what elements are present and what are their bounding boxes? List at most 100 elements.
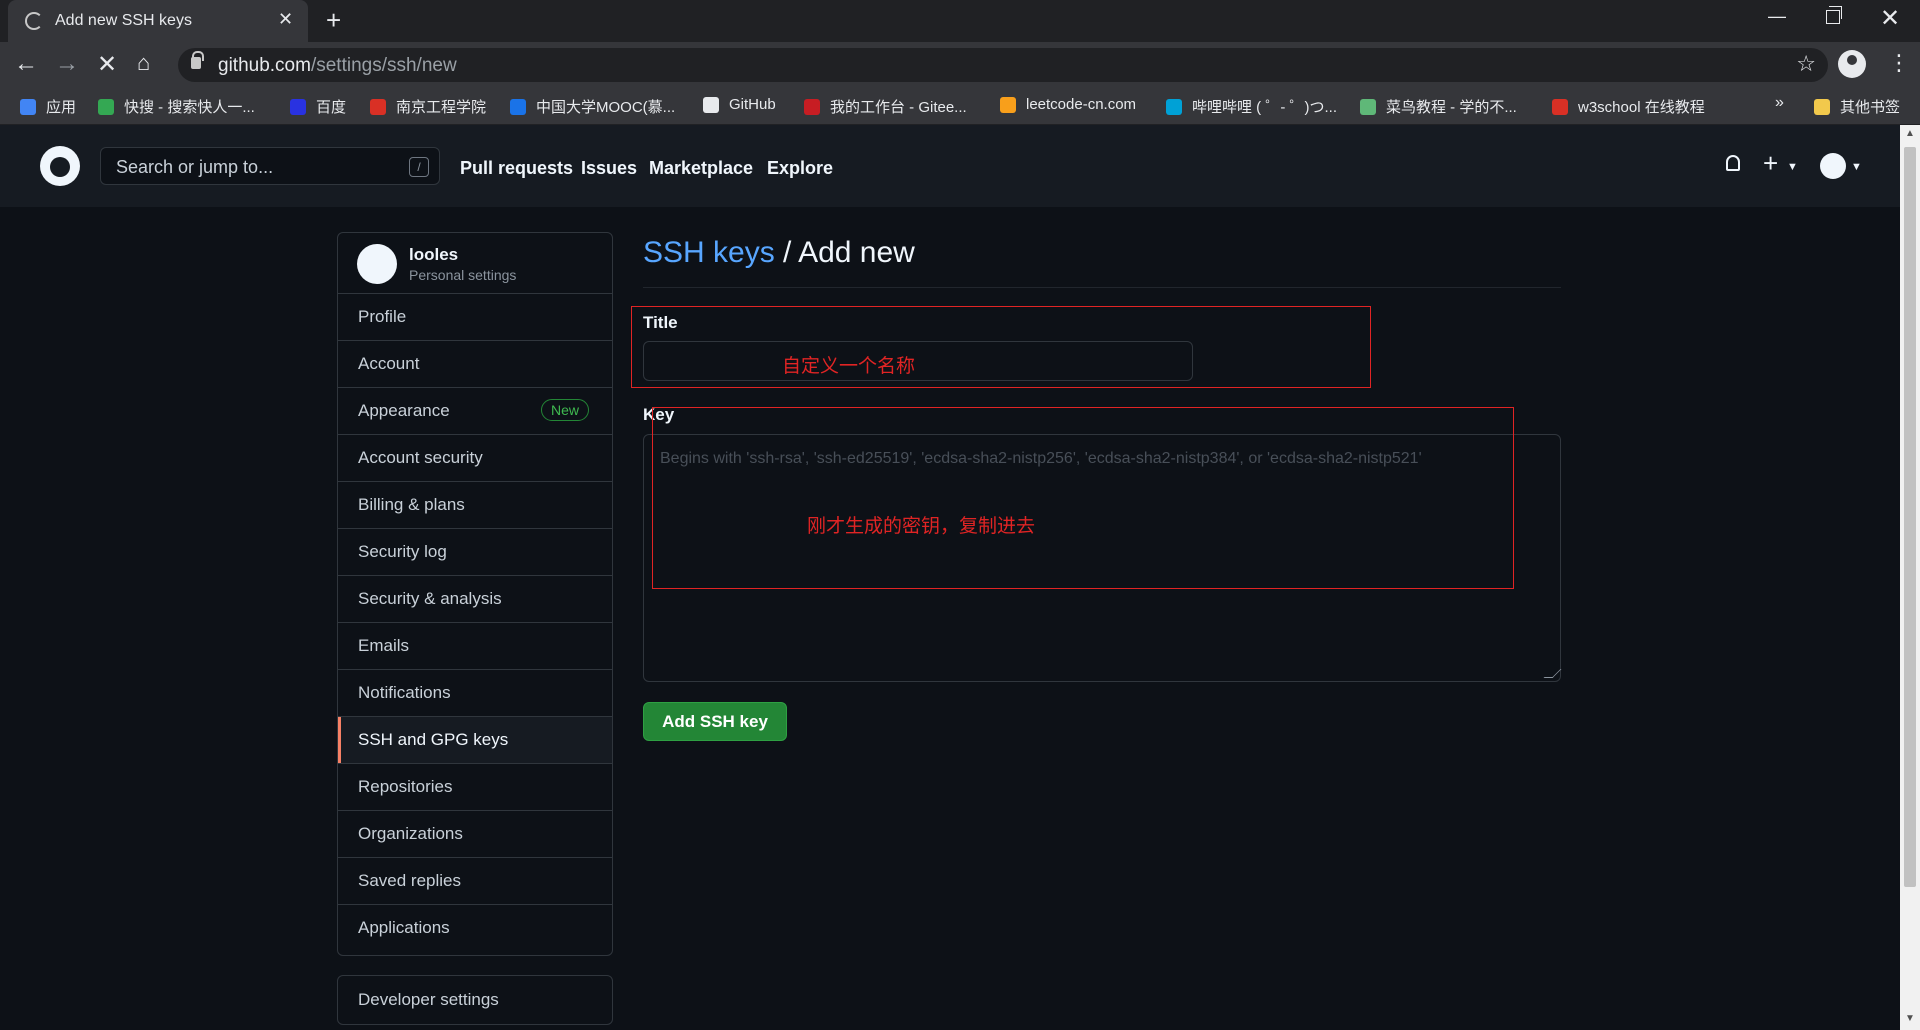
stop-loading-icon[interactable]: ✕ <box>97 50 117 79</box>
sidebar-user-header: looles Personal settings <box>338 233 612 294</box>
avatar[interactable] <box>357 244 397 284</box>
resize-handle-icon[interactable] <box>1543 669 1562 678</box>
search-input[interactable]: Search or jump to... / <box>100 147 440 185</box>
sidebar-username[interactable]: looles <box>409 245 458 265</box>
chevron-down-icon[interactable]: ▼ <box>1851 161 1862 173</box>
sidebar-item-billing[interactable]: Billing & plans <box>338 482 612 529</box>
sidebar-item-ssh-gpg-keys[interactable]: SSH and GPG keys <box>338 717 612 764</box>
annotation-box-title <box>631 306 1371 388</box>
bookmarks-more-icon[interactable]: » <box>1775 94 1784 112</box>
restore-icon[interactable] <box>1826 6 1842 24</box>
sidebar-item-label: Account <box>358 354 420 373</box>
sidebar-item-label: Security log <box>358 542 447 561</box>
sidebar-item-label: Applications <box>358 918 450 937</box>
minimize-icon[interactable]: — <box>1768 6 1786 27</box>
github-logo-icon[interactable] <box>40 146 80 186</box>
bookmark-favicon <box>804 98 820 115</box>
address-bar[interactable]: github.com/settings/ssh/new ☆ <box>178 48 1828 82</box>
sidebar-item-label: SSH and GPG keys <box>358 730 509 749</box>
scroll-down-icon[interactable]: ▼ <box>1905 1013 1915 1024</box>
create-new-icon[interactable]: + <box>1763 148 1778 179</box>
sidebar-item-applications[interactable]: Applications <box>338 905 612 952</box>
github-favicon <box>703 96 719 113</box>
bookmark-item[interactable]: 百度 <box>290 96 346 117</box>
apps-grid-icon <box>20 98 36 115</box>
bookmark-item[interactable]: 中国大学MOOC(慕... <box>510 96 675 117</box>
sidebar-item-label: Profile <box>358 307 407 326</box>
sidebar-item-label: Account security <box>358 448 483 467</box>
browser-profile-icon[interactable] <box>1838 50 1866 78</box>
page-scrollbar[interactable]: ▲ ▼ <box>1900 125 1920 1030</box>
bookmark-item[interactable]: leetcode-cn.com <box>1000 96 1136 113</box>
back-icon[interactable]: ← <box>14 50 38 78</box>
bookmark-item[interactable]: w3school 在线教程 <box>1552 96 1705 117</box>
page-title: SSH keys / Add new <box>643 236 915 270</box>
user-avatar[interactable] <box>1820 153 1846 179</box>
sidebar-item-notifications[interactable]: Notifications <box>338 670 612 717</box>
folder-icon <box>1814 98 1830 115</box>
nav-pull-requests[interactable]: Pull requests <box>460 158 573 179</box>
forward-icon[interactable]: → <box>55 50 79 78</box>
add-ssh-key-button[interactable]: Add SSH key <box>643 702 787 741</box>
url-text[interactable]: github.com/settings/ssh/new <box>218 55 457 77</box>
breadcrumb-separator: / <box>774 236 799 269</box>
sidebar-item-repositories[interactable]: Repositories <box>338 764 612 811</box>
lock-icon[interactable] <box>191 51 204 69</box>
browser-tab[interactable]: Add new SSH keys ✕ <box>8 0 308 42</box>
sidebar-item-security-analysis[interactable]: Security & analysis <box>338 576 612 623</box>
bookmark-item[interactable]: 快搜 - 搜索快人一... <box>98 96 255 117</box>
window-close-icon[interactable]: ✕ <box>1880 4 1900 33</box>
bookmark-item[interactable]: 南京工程学院 <box>370 96 486 117</box>
sidebar-item-account[interactable]: Account <box>338 341 612 388</box>
sidebar-item-label: Billing & plans <box>358 495 465 514</box>
sidebar-item-profile[interactable]: Profile <box>338 294 612 341</box>
sidebar-item-security-log[interactable]: Security log <box>338 529 612 576</box>
scroll-thumb[interactable] <box>1904 147 1916 887</box>
home-icon[interactable]: ⌂ <box>137 50 150 76</box>
sidebar-item-appearance[interactable]: Appearance New <box>338 388 612 435</box>
nav-marketplace[interactable]: Marketplace <box>649 158 753 179</box>
github-header: Search or jump to... / Pull requests Iss… <box>0 125 1900 207</box>
title-divider <box>643 287 1561 288</box>
sidebar-item-account-security[interactable]: Account security <box>338 435 612 482</box>
loading-icon <box>25 12 43 30</box>
annotation-key-note: 刚才生成的密钥，复制进去 <box>807 516 1036 537</box>
breadcrumb-ssh-keys-link[interactable]: SSH keys <box>643 236 775 269</box>
bookmark-item[interactable]: GitHub <box>703 96 776 113</box>
bookmark-star-icon[interactable]: ☆ <box>1796 51 1816 77</box>
bookmark-item[interactable]: 我的工作台 - Gitee... <box>804 96 967 117</box>
sidebar-item-label: Emails <box>358 636 410 655</box>
bookmark-favicon <box>290 98 306 115</box>
sidebar-item-developer-settings[interactable]: Developer settings <box>337 975 613 1025</box>
nav-explore[interactable]: Explore <box>767 158 833 179</box>
sidebar-item-emails[interactable]: Emails <box>338 623 612 670</box>
sidebar-item-label: Repositories <box>358 777 453 796</box>
bookmark-item[interactable]: 哔哩哔哩 ( ゜- ゜)つ... <box>1166 96 1337 117</box>
browser-menu-icon[interactable]: ⋮ <box>1888 50 1910 76</box>
annotation-box-key <box>652 407 1514 589</box>
bookmark-favicon <box>1552 98 1568 115</box>
browser-tabstrip: Add new SSH keys ✕ + — ✕ <box>0 0 1920 42</box>
other-bookmarks[interactable]: 其他书签 <box>1814 96 1900 117</box>
sidebar-subtitle: Personal settings <box>409 267 517 283</box>
bookmark-apps[interactable]: 应用 <box>20 96 76 117</box>
bookmarks-bar: 应用 快搜 - 搜索快人一... 百度 南京工程学院 中国大学MOOC(慕...… <box>0 87 1920 125</box>
scroll-up-icon[interactable]: ▲ <box>1905 128 1915 139</box>
bookmark-favicon <box>1360 98 1376 115</box>
search-shortcut-hint: / <box>409 157 429 177</box>
tab-close-icon[interactable]: ✕ <box>278 9 293 30</box>
annotation-title-note: 自定义一个名称 <box>782 356 916 377</box>
search-placeholder: Search or jump to... <box>116 157 274 177</box>
bookmark-favicon <box>510 98 526 115</box>
nav-issues[interactable]: Issues <box>581 158 637 179</box>
sidebar-item-label: Developer settings <box>358 990 499 1009</box>
bookmark-item[interactable]: 菜鸟教程 - 学的不... <box>1360 96 1517 117</box>
bookmark-favicon <box>370 98 386 115</box>
chevron-down-icon[interactable]: ▼ <box>1787 161 1798 173</box>
sidebar-item-saved-replies[interactable]: Saved replies <box>338 858 612 905</box>
settings-sidebar: looles Personal settings Profile Account… <box>337 232 613 956</box>
browser-toolbar: ← → ✕ ⌂ github.com/settings/ssh/new ☆ ⋮ <box>0 42 1920 87</box>
new-tab-button[interactable]: + <box>326 5 341 36</box>
notifications-bell-icon[interactable] <box>1726 155 1740 171</box>
sidebar-item-organizations[interactable]: Organizations <box>338 811 612 858</box>
